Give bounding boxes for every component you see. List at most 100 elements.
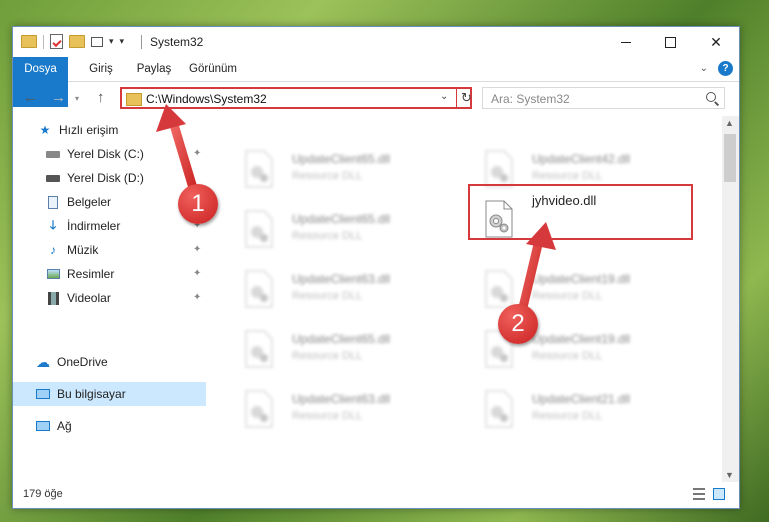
ribbon-controls: ⌄ ?: [700, 61, 733, 76]
sidebar-item-downloads[interactable]: 🡓 İndirmeler ✦: [13, 214, 206, 238]
sidebar-item-network[interactable]: Ağ: [13, 414, 206, 438]
sidebar-item-label: Yerel Disk (D:): [67, 171, 144, 185]
file-type: Resource DLL: [292, 350, 363, 362]
file-name: UpdateClient19.dll: [532, 332, 631, 346]
file-type: Resource DLL: [532, 410, 603, 422]
scroll-down-icon[interactable]: ▼: [725, 470, 734, 480]
sidebar-item-label: Bu bilgisayar: [57, 387, 126, 401]
help-icon[interactable]: ?: [718, 61, 733, 76]
sidebar-item-onedrive[interactable]: ☁ OneDrive: [13, 350, 206, 374]
maximize-icon: [664, 36, 676, 48]
file-item[interactable]: UpdateClient21.dll Resource DLL: [456, 384, 686, 434]
chevron-down-icon[interactable]: ⌄: [440, 91, 448, 102]
download-icon: 🡓: [49, 217, 57, 232]
sidebar-item-pictures[interactable]: Resimler ✦: [13, 262, 206, 286]
ribbon-tabs: Dosya Giriş Paylaş Görünüm ⌄ ?: [13, 57, 739, 107]
file-type: Resource DLL: [532, 350, 603, 362]
toolbar-divider: [43, 34, 44, 49]
maximize-button[interactable]: [647, 27, 693, 57]
sidebar-item-label: Videolar: [67, 291, 111, 305]
large-icons-view-icon[interactable]: [713, 488, 725, 500]
file-name: UpdateClient21.dll: [532, 392, 631, 406]
sidebar-item-this-pc[interactable]: Bu bilgisayar: [13, 382, 206, 406]
properties-icon[interactable]: [50, 34, 63, 49]
pin-icon[interactable]: ✦: [193, 148, 201, 159]
file-type: Resource DLL: [532, 170, 603, 182]
drive-icon: [45, 147, 61, 161]
file-name: UpdateClient63.dll: [292, 392, 391, 406]
address-bar[interactable]: C:\Windows\System32 ⌄ ↻: [120, 87, 472, 109]
search-icon[interactable]: [706, 92, 716, 102]
quick-access-toolbar: ▾ ▾: [21, 34, 124, 49]
sidebar-item-label: Müzik: [67, 243, 99, 257]
file-item[interactable]: UpdateClient65.dll Resource DLL: [216, 324, 446, 374]
dll-file-icon: [245, 210, 273, 248]
sidebar-item-label: Hızlı erişim: [59, 123, 119, 137]
pin-icon[interactable]: ✦: [193, 292, 201, 303]
dll-file-icon: [245, 390, 273, 428]
address-path[interactable]: C:\Windows\System32: [146, 92, 267, 106]
file-item[interactable]: UpdateClient65.dll Resource DLL: [216, 204, 446, 254]
forward-arrow-icon[interactable]: →: [51, 89, 66, 106]
music-icon: ♪: [50, 243, 56, 257]
tab-home[interactable]: Giriş: [79, 57, 123, 81]
file-item[interactable]: UpdateClient19.dll Resource DLL: [456, 324, 686, 374]
minimize-icon: [621, 41, 631, 43]
file-type: Resource DLL: [292, 230, 363, 242]
file-item[interactable]: UpdateClient63.dll Resource DLL: [216, 264, 446, 314]
file-name: UpdateClient65.dll: [292, 332, 391, 346]
close-button[interactable]: ✕: [693, 27, 739, 57]
cloud-icon: ☁: [36, 353, 50, 370]
item-count: 179 öğe: [23, 488, 63, 500]
sidebar-item-drive-d[interactable]: Yerel Disk (D:): [13, 166, 206, 190]
pin-icon[interactable]: ✦: [193, 268, 201, 279]
search-box[interactable]: Ara: System32: [482, 87, 725, 109]
file-item[interactable]: UpdateClient19.dll Resource DLL: [456, 264, 686, 314]
new-folder-icon[interactable]: [69, 35, 85, 48]
file-name: UpdateClient42.dll: [532, 152, 631, 166]
sidebar-item-label: Belgeler: [67, 195, 112, 209]
dll-file-icon: [485, 390, 513, 428]
search-input[interactable]: Ara: System32: [491, 92, 570, 106]
sidebar-item-label: Ağ: [57, 419, 72, 433]
vertical-scrollbar[interactable]: ▲ ▼: [722, 116, 739, 482]
pin-icon[interactable]: ✦: [193, 244, 201, 255]
file-highlight-box: [468, 184, 693, 240]
step-2-badge: 2: [498, 304, 538, 344]
title-bar: ▾ ▾ System32 ✕: [13, 27, 739, 57]
file-type: Resource DLL: [532, 290, 603, 302]
title-divider: [141, 35, 142, 49]
file-name: UpdateClient19.dll: [532, 272, 631, 286]
tab-share[interactable]: Paylaş: [129, 57, 179, 81]
up-arrow-icon[interactable]: ↑: [97, 89, 105, 106]
recent-locations-icon[interactable]: ▾: [75, 94, 79, 103]
sidebar-item-music[interactable]: ♪ Müzik ✦: [13, 238, 206, 262]
folder-icon: [126, 93, 142, 106]
step-1-badge: 1: [178, 184, 218, 224]
refresh-icon[interactable]: ↻: [461, 90, 472, 106]
file-type: Resource DLL: [292, 410, 363, 422]
minimize-button[interactable]: [603, 27, 649, 57]
window-title: System32: [150, 35, 204, 49]
sidebar-item-videos[interactable]: Videolar ✦: [13, 286, 206, 310]
tab-view[interactable]: Görünüm: [185, 57, 241, 81]
layout-icon[interactable]: [91, 36, 103, 47]
file-type: Resource DLL: [292, 170, 363, 182]
sidebar-item-quick-access[interactable]: ★ Hızlı erişim: [13, 118, 206, 142]
scroll-up-icon[interactable]: ▲: [725, 118, 734, 128]
file-item[interactable]: UpdateClient65.dll Resource DLL: [216, 144, 446, 194]
file-type: Resource DLL: [292, 290, 363, 302]
dll-file-icon: [485, 150, 513, 188]
back-arrow-icon[interactable]: ←: [23, 89, 38, 106]
chevron-down-icon[interactable]: ▾: [109, 36, 114, 47]
scroll-thumb[interactable]: [724, 134, 736, 182]
details-view-icon[interactable]: [693, 488, 705, 500]
folder-icon[interactable]: [21, 35, 37, 48]
file-name: UpdateClient65.dll: [292, 212, 391, 226]
expand-ribbon-icon[interactable]: ⌄: [700, 63, 708, 74]
file-item[interactable]: UpdateClient63.dll Resource DLL: [216, 384, 446, 434]
star-icon: ★: [39, 123, 51, 137]
customize-toolbar-icon[interactable]: ▾: [120, 36, 125, 47]
sidebar-item-drive-c[interactable]: Yerel Disk (C:) ✦: [13, 142, 206, 166]
address-divider: [456, 89, 457, 107]
